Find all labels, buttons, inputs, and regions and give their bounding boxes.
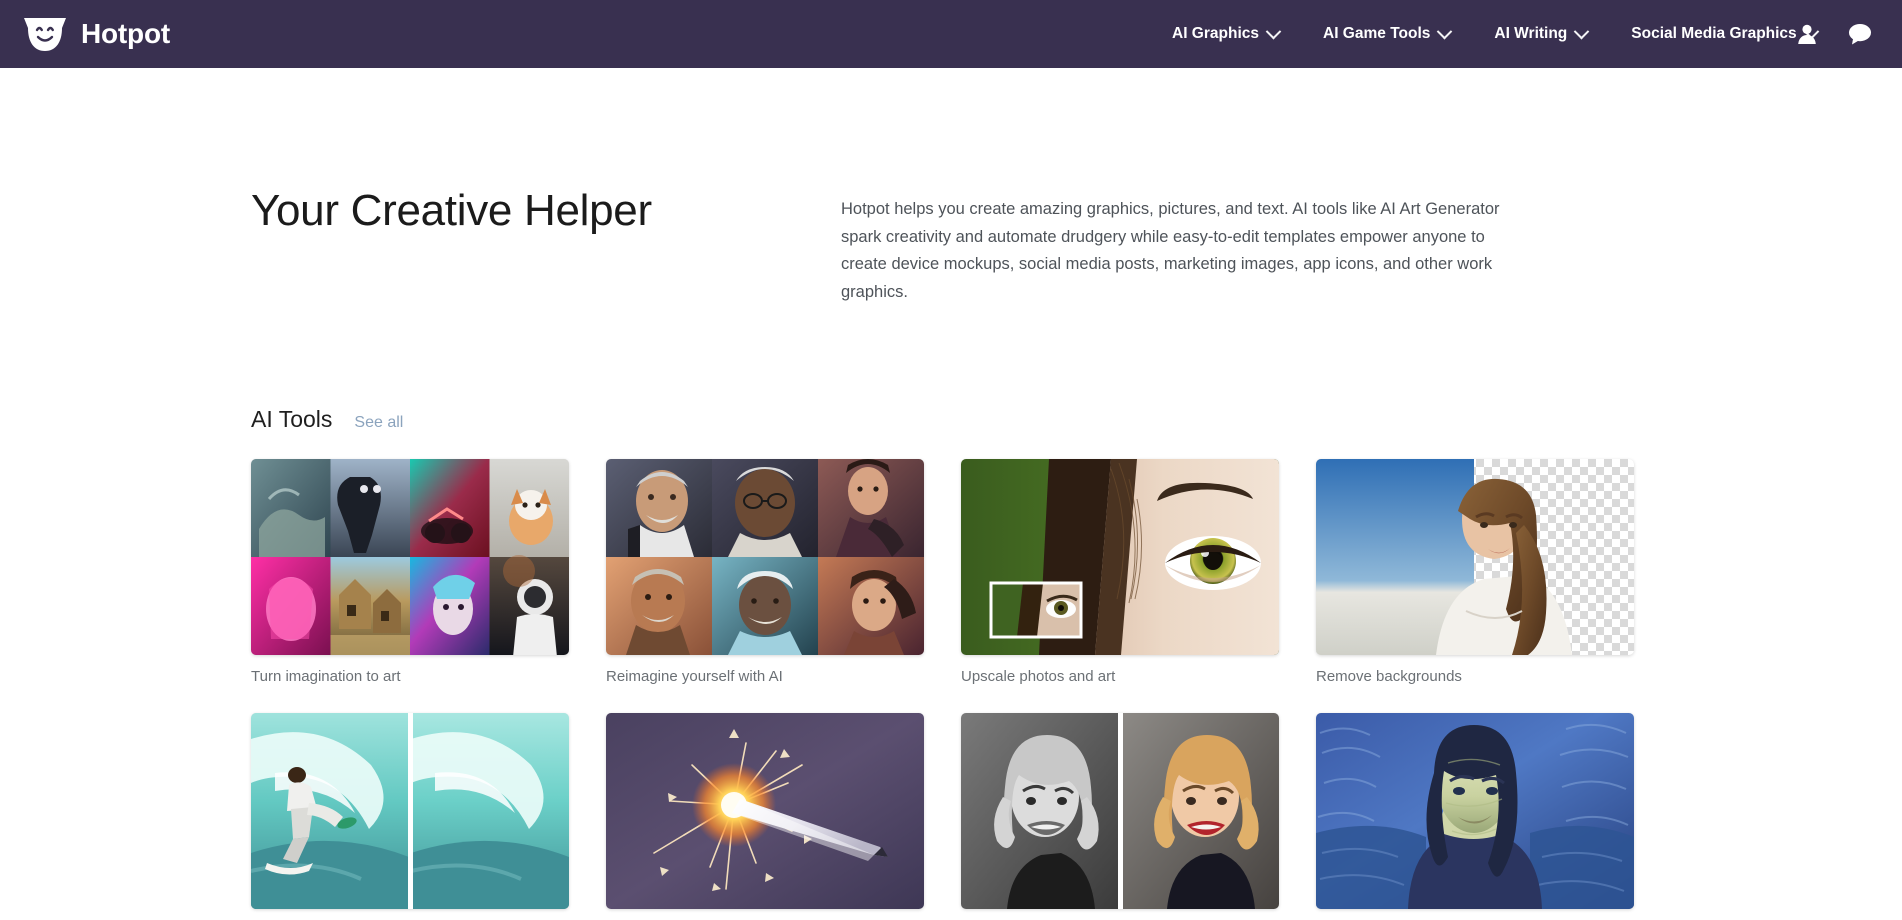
nav-item-ai-game-tools[interactable]: AI Game Tools (1301, 0, 1472, 68)
nav-item-ai-writing[interactable]: AI Writing (1472, 0, 1609, 68)
surfer-wave-before-after-thumbnail (251, 713, 569, 910)
main-navigation: AI Graphics AI Game Tools AI Writing Soc… (1150, 0, 1839, 68)
section-title: AI Tools (251, 406, 333, 433)
chevron-down-icon (1265, 23, 1282, 39)
ai-portraits-grid-thumbnail (606, 459, 924, 656)
card-caption: Reimagine yourself with AI (606, 668, 783, 686)
hotpot-smiling-bowl-logo-icon (22, 14, 68, 54)
brand-logo-link[interactable]: Hotpot (22, 14, 170, 54)
tool-card-upscale-photos-and-art[interactable]: Upscale photos and art (961, 459, 1279, 685)
page-content: Your Creative Helper Hotpot helps you cr… (0, 68, 1902, 920)
nav-item-label: AI Game Tools (1323, 25, 1431, 42)
tool-card-reimagine-yourself-with-ai[interactable]: Reimagine yourself with AI (606, 459, 924, 685)
mona-lisa-style-transfer-thumbnail (1316, 713, 1634, 910)
tool-card-turn-imagination-to-art[interactable]: Turn imagination to art (251, 459, 569, 685)
nav-item-ai-graphics[interactable]: AI Graphics (1150, 0, 1301, 68)
nav-item-label: AI Graphics (1172, 25, 1259, 42)
see-all-link[interactable]: See all (354, 414, 403, 432)
tool-card-outsource-writing-tasks[interactable]: Outsource writing tasks (606, 713, 924, 920)
top-navbar: Hotpot AI Graphics AI Game Tools AI Writ… (0, 0, 1902, 68)
card-caption: Remove backgrounds (1316, 668, 1462, 686)
sparkler-pen-thumbnail (606, 713, 924, 910)
nav-item-label: Social Media Graphics (1631, 25, 1797, 42)
chevron-down-icon (1437, 23, 1453, 39)
tool-card-remove-backgrounds[interactable]: Remove backgrounds (1316, 459, 1634, 685)
navbar-actions (1796, 0, 1872, 68)
ai-tools-section-header: AI Tools See all (0, 306, 1902, 433)
bw-to-color-portrait-thumbnail (961, 713, 1279, 910)
ai-tools-card-grid: Turn imagination to art Reimagine yourse… (0, 433, 1634, 920)
hero-description: Hotpot helps you create amazing graphics… (841, 200, 1500, 301)
ai-art-grid-thumbnail (251, 459, 569, 656)
eye-closeup-upscale-thumbnail (961, 459, 1279, 656)
card-caption: Turn imagination to art (251, 668, 401, 686)
tool-card-remove-objects[interactable]: Remove objects (251, 713, 569, 920)
chevron-down-icon (1574, 23, 1590, 39)
nav-item-label: AI Writing (1494, 25, 1568, 42)
chat-bubble-icon[interactable] (1848, 23, 1872, 45)
hero-section: Your Creative Helper Hotpot helps you cr… (0, 68, 1902, 306)
portrait-transparent-background-thumbnail (1316, 459, 1634, 656)
brand-name: Hotpot (81, 18, 170, 49)
account-person-icon[interactable] (1796, 23, 1818, 45)
tool-card-colorize-old-photos[interactable]: Colorize old photos (961, 713, 1279, 920)
page-title: Your Creative Helper (251, 186, 652, 235)
card-caption: Upscale photos and art (961, 668, 1116, 686)
tool-card-personalize-art[interactable]: Personalize art (1316, 713, 1634, 920)
